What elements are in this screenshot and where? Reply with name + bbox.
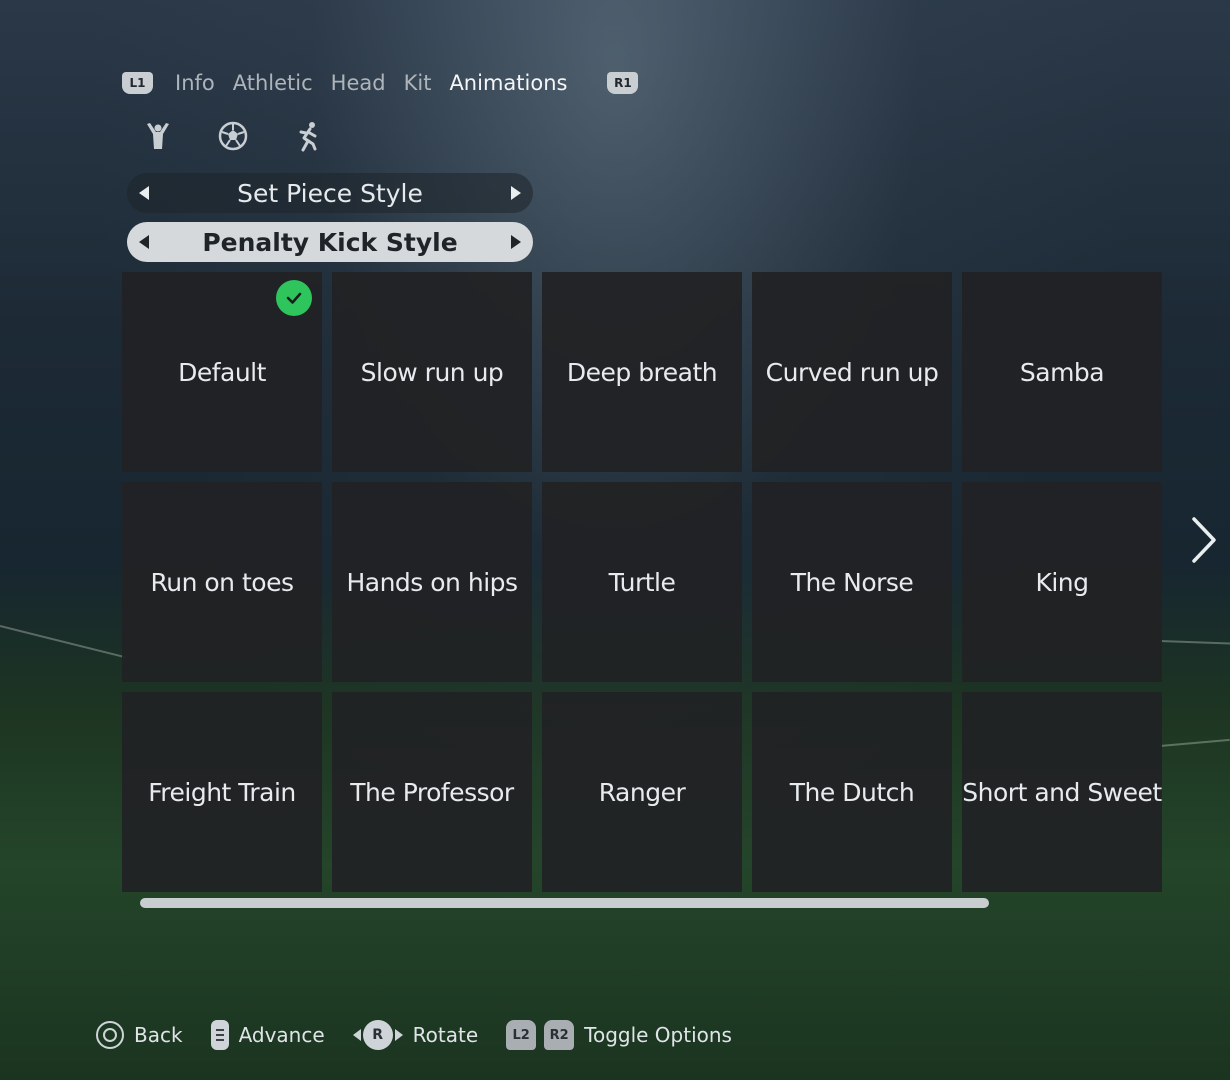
controller-hints: Back Advance R Rotate L2 R2 Toggle Optio… xyxy=(96,1020,760,1050)
style-card-deep-breath[interactable]: Deep breath xyxy=(542,272,742,472)
tab-head[interactable]: Head xyxy=(331,71,386,95)
style-card-the-norse[interactable]: The Norse xyxy=(752,482,952,682)
style-card-label: The Norse xyxy=(790,567,914,597)
tab-bar: L1 Info Athletic Head Kit Animations R1 xyxy=(122,68,639,98)
back-hint[interactable]: Back xyxy=(134,1023,183,1047)
style-card-hands-on-hips[interactable]: Hands on hips xyxy=(332,482,532,682)
arrow-left-icon[interactable] xyxy=(139,235,149,249)
pitch-line xyxy=(1159,738,1230,747)
football-icon[interactable] xyxy=(215,118,251,154)
r2-trigger-icon[interactable]: R2 xyxy=(544,1020,575,1050)
style-card-label: Slow run up xyxy=(360,357,504,387)
style-card-label: Run on toes xyxy=(150,567,294,597)
style-card-curved-run-up[interactable]: Curved run up xyxy=(752,272,952,472)
style-card-label: The Dutch xyxy=(789,777,915,807)
arrow-right-icon[interactable] xyxy=(511,186,521,200)
style-card-label: The Professor xyxy=(350,777,514,807)
arrow-right-icon xyxy=(394,1029,403,1041)
options-button-icon[interactable] xyxy=(210,1020,229,1050)
l1-bumper-button[interactable]: L1 xyxy=(122,72,153,94)
style-card-slow-run-up[interactable]: Slow run up xyxy=(332,272,532,472)
style-card-label: King xyxy=(1035,567,1089,597)
style-card-label: Curved run up xyxy=(765,357,939,387)
arrow-right-icon[interactable] xyxy=(511,235,521,249)
right-stick-icon[interactable]: R xyxy=(362,1020,393,1050)
r1-bumper-button[interactable]: R1 xyxy=(607,72,639,94)
style-card-label: Default xyxy=(178,357,266,387)
tab-info[interactable]: Info xyxy=(175,71,215,95)
chevron-right-icon[interactable] xyxy=(1186,515,1220,565)
penalty-kick-style-label: Penalty Kick Style xyxy=(202,227,458,257)
toggle-options-hint[interactable]: Toggle Options xyxy=(584,1023,732,1047)
style-card-the-dutch[interactable]: The Dutch xyxy=(752,692,952,892)
style-card-turtle[interactable]: Turtle xyxy=(542,482,742,682)
style-card-label: Short and Sweet xyxy=(962,777,1162,807)
rotate-hint[interactable]: Rotate xyxy=(413,1023,478,1047)
horizontal-scrollbar[interactable] xyxy=(140,898,989,908)
circle-button-icon[interactable] xyxy=(96,1021,124,1049)
set-piece-style-label: Set Piece Style xyxy=(237,178,423,208)
advance-hint[interactable]: Advance xyxy=(239,1023,325,1047)
l2-trigger-icon[interactable]: L2 xyxy=(506,1020,537,1050)
style-card-label: Freight Train xyxy=(148,777,296,807)
arrow-left-icon xyxy=(352,1029,361,1041)
celebration-icon[interactable] xyxy=(140,118,176,154)
style-card-default[interactable]: Default xyxy=(122,272,322,472)
arrow-left-icon[interactable] xyxy=(139,186,149,200)
pitch-line xyxy=(1159,640,1230,645)
selected-check-icon xyxy=(276,280,312,316)
style-card-label: Samba xyxy=(1019,357,1105,387)
style-card-label: Turtle xyxy=(608,567,676,597)
tab-athletic[interactable]: Athletic xyxy=(233,71,313,95)
set-piece-style-selector[interactable]: Set Piece Style xyxy=(127,173,533,213)
style-card-label: Ranger xyxy=(598,777,686,807)
style-card-ranger[interactable]: Ranger xyxy=(542,692,742,892)
style-card-the-professor[interactable]: The Professor xyxy=(332,692,532,892)
running-player-icon[interactable] xyxy=(290,118,326,154)
style-card-label: Hands on hips xyxy=(346,567,518,597)
tab-kit[interactable]: Kit xyxy=(404,71,432,95)
style-card-short-and-sweet[interactable]: Short and Sweet xyxy=(962,692,1162,892)
style-card-run-on-toes[interactable]: Run on toes xyxy=(122,482,322,682)
tab-animations[interactable]: Animations xyxy=(449,71,567,95)
pitch-line xyxy=(0,625,127,659)
style-card-samba[interactable]: Samba xyxy=(962,272,1162,472)
style-card-label: Deep breath xyxy=(566,357,718,387)
penalty-kick-style-selector[interactable]: Penalty Kick Style xyxy=(127,222,533,262)
animation-category-icons xyxy=(140,118,365,154)
penalty-style-grid: Default Slow run up Deep breath Curved r… xyxy=(122,272,1162,892)
style-card-freight-train[interactable]: Freight Train xyxy=(122,692,322,892)
style-card-king[interactable]: King xyxy=(962,482,1162,682)
